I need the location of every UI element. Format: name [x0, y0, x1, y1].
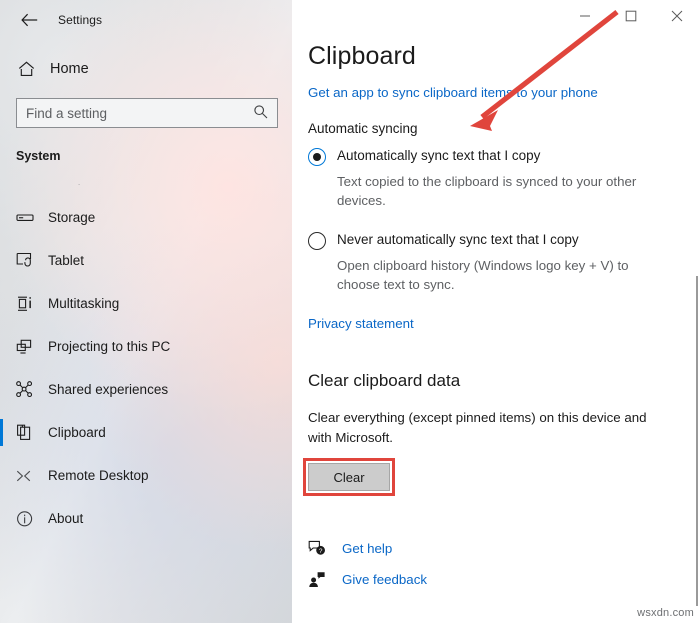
sidebar-item-label: About	[48, 511, 84, 526]
automatic-syncing-heading: Automatic syncing	[308, 121, 418, 136]
radio-indicator-unselected[interactable]	[308, 232, 326, 250]
settings-panel: Clipboard Get an app to sync clipboard i…	[292, 0, 700, 592]
sidebar-item-clipboard[interactable]: Clipboard	[0, 414, 292, 451]
clipboard-icon	[16, 424, 40, 441]
radio-label: Never automatically sync text that I cop…	[337, 232, 579, 247]
back-arrow-icon[interactable]	[14, 6, 44, 34]
sidebar-item-tablet[interactable]: Tablet	[0, 242, 292, 279]
clear-button[interactable]: Clear	[308, 463, 390, 491]
search-input[interactable]	[16, 98, 278, 128]
help-chat-icon: ?	[308, 540, 332, 557]
sidebar-item-remote-desktop[interactable]: Remote Desktop	[0, 457, 292, 494]
sidebar-item-label: Clipboard	[48, 425, 106, 440]
watermark: wsxdn.com	[637, 607, 694, 619]
radio-description: Text copied to the clipboard is synced t…	[337, 174, 637, 208]
home-label: Home	[50, 61, 89, 77]
sync-app-link[interactable]: Get an app to sync clipboard items to yo…	[308, 85, 598, 100]
vertical-scrollbar[interactable]	[696, 276, 698, 606]
shared-experiences-icon	[16, 381, 40, 398]
home-icon	[18, 61, 40, 77]
sidebar-item-projecting-to-this-pc[interactable]: Projecting to this PC	[0, 328, 292, 365]
sidebar-nav-list: Storage Tablet Multitasking Projecting t…	[0, 199, 292, 537]
storage-icon	[16, 210, 40, 225]
minimize-button[interactable]	[562, 0, 608, 32]
radio-description: Open clipboard history (Windows logo key…	[337, 258, 629, 292]
page-title: Clipboard	[308, 42, 416, 70]
search-box[interactable]	[16, 98, 278, 128]
get-help-link[interactable]: ? Get help	[308, 535, 700, 561]
titlebar-left: Settings	[0, 0, 292, 40]
svg-text:?: ?	[319, 548, 323, 555]
sidebar-item-label: Tablet	[48, 253, 85, 268]
main-content: Clipboard Get an app to sync clipboard i…	[292, 0, 700, 623]
radio-label: Automatically sync text that I copy	[337, 148, 541, 163]
sidebar-item-multitasking[interactable]: Multitasking	[0, 285, 292, 322]
help-links: ? Get help Give feedback	[308, 535, 700, 592]
sidebar-partial-item-artifact: ˙	[78, 183, 81, 193]
clear-clipboard-heading: Clear clipboard data	[308, 371, 461, 390]
give-feedback-link[interactable]: Give feedback	[308, 566, 700, 592]
radio-option-auto-sync[interactable]: Automatically sync text that I copy Text…	[308, 147, 700, 210]
sync-radio-group: Automatically sync text that I copy Text…	[308, 147, 700, 294]
sidebar-item-storage[interactable]: Storage	[0, 199, 292, 236]
sidebar-item-label: Storage	[48, 210, 96, 225]
sidebar: Settings Home Find a setting System ˙ St…	[0, 0, 292, 623]
help-link-label: Get help	[342, 540, 393, 556]
feedback-person-icon	[308, 571, 332, 588]
sidebar-item-about[interactable]: About	[0, 500, 292, 537]
sidebar-item-home[interactable]: Home	[0, 53, 292, 85]
sidebar-item-label: Projecting to this PC	[48, 339, 171, 354]
app-title: Settings	[58, 13, 103, 27]
sidebar-item-shared-experiences[interactable]: Shared experiences	[0, 371, 292, 408]
settings-window: Settings Home Find a setting System ˙ St…	[0, 0, 700, 623]
close-button[interactable]	[654, 0, 700, 32]
sidebar-item-label: Shared experiences	[48, 382, 169, 397]
maximize-button[interactable]	[608, 0, 654, 32]
help-link-label: Give feedback	[342, 571, 428, 587]
multitasking-icon	[16, 296, 40, 312]
remote-desktop-icon	[16, 469, 40, 483]
radio-indicator-selected[interactable]	[308, 148, 326, 166]
clear-clipboard-description: Clear everything (except pinned items) o…	[308, 410, 647, 445]
projecting-icon	[16, 339, 40, 355]
radio-option-never-sync[interactable]: Never automatically sync text that I cop…	[308, 231, 700, 294]
info-icon	[16, 510, 40, 528]
sidebar-section-title: System	[16, 149, 61, 163]
clear-button-container: Clear	[303, 458, 395, 496]
window-controls	[562, 0, 700, 32]
sidebar-item-label: Remote Desktop	[48, 468, 149, 483]
privacy-statement-link[interactable]: Privacy statement	[308, 316, 414, 331]
sidebar-item-label: Multitasking	[48, 296, 120, 311]
tablet-icon	[16, 252, 40, 269]
